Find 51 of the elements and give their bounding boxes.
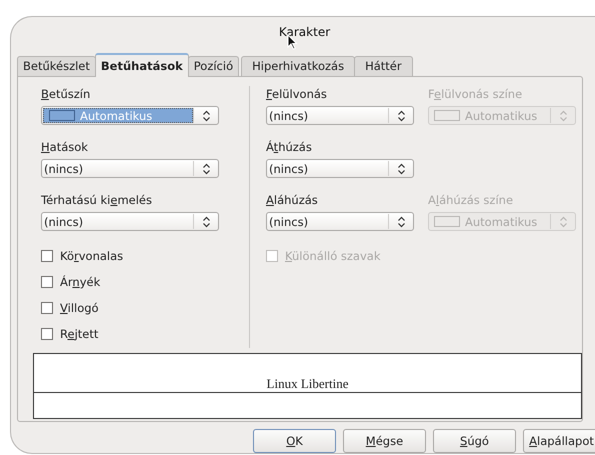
checkbox-label: Villogó (60, 301, 99, 315)
color-swatch-icon (434, 216, 460, 227)
dropdown[interactable]: (nincs) (266, 106, 414, 125)
spinner-icon (558, 216, 568, 228)
spinner-icon (396, 216, 406, 228)
field-label: Aláhúzás (266, 192, 319, 208)
field-label: Felülvonás színe (428, 86, 524, 102)
dropdown-value: (nincs) (269, 214, 308, 228)
spinner-icon (202, 110, 210, 122)
dropdown[interactable]: (nincs) (266, 159, 414, 178)
field-label: Térhatású kiemelés (41, 192, 153, 208)
dialog-button[interactable]: Mégse (343, 429, 426, 453)
dialog-button[interactable]: Súgó (433, 429, 516, 453)
checkbox[interactable] (41, 250, 53, 262)
dropdown-value: Automatikus (80, 108, 152, 122)
tab[interactable]: Hiperhivatkozás (241, 56, 356, 76)
dropdown[interactable]: (nincs) (41, 159, 219, 178)
checkbox-label: Árnyék (60, 275, 100, 289)
dropdown-value: Automatikus (465, 214, 538, 228)
field-label: Aláhúzás színe (428, 192, 514, 208)
dropdown[interactable]: (nincs) (266, 212, 414, 231)
tab[interactable]: Betűkészlet (17, 56, 96, 76)
tab[interactable]: Betűhatások (94, 53, 189, 77)
checkbox-label: Különálló szavak (285, 249, 380, 263)
spinner-icon (396, 110, 406, 122)
spinner-icon (558, 110, 568, 122)
field-label: Hatások (41, 139, 89, 155)
dropdown-value: (nincs) (44, 214, 84, 228)
checkbox-label: Rejtett (60, 327, 98, 341)
tab[interactable]: Pozíció (188, 56, 240, 76)
dropdown-value: Automatikus (465, 108, 538, 122)
spinner-icon (202, 216, 210, 228)
color-swatch-icon (434, 110, 460, 121)
field-label: Áthúzás (266, 139, 313, 155)
dropdown[interactable]: (nincs) (41, 212, 219, 231)
spinner-icon (396, 162, 406, 174)
spinner-icon (202, 162, 210, 174)
color-swatch-icon (49, 110, 75, 121)
window-title: Karakter (278, 25, 330, 39)
checkbox[interactable] (41, 328, 53, 340)
field-label: Betűszín (41, 86, 92, 102)
checkbox[interactable] (41, 302, 53, 314)
field-label: Felülvonás (266, 86, 328, 102)
dialog-button[interactable]: Alapállapot (523, 429, 595, 453)
dropdown-value: (nincs) (269, 108, 308, 122)
dialog-button[interactable]: OK (253, 429, 336, 453)
dropdown-value: (nincs) (44, 162, 84, 176)
checkbox-label: Körvonalas (60, 249, 124, 263)
checkbox[interactable] (41, 276, 53, 288)
dropdown-value: (nincs) (269, 162, 308, 176)
tab[interactable]: Háttér (354, 56, 413, 76)
